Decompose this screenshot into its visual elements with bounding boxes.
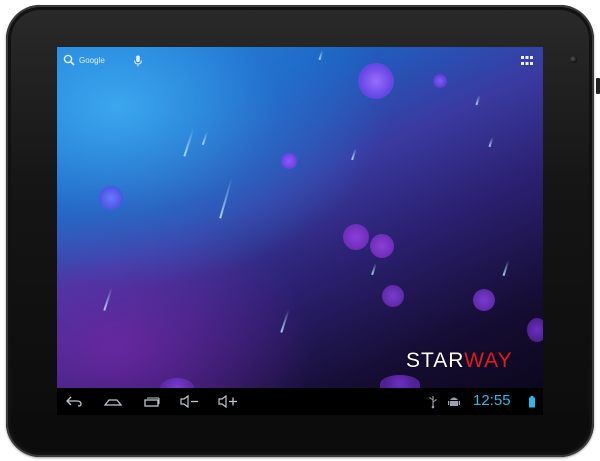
status-clock: 12:55 bbox=[473, 392, 511, 409]
volume-down-icon[interactable] bbox=[179, 394, 201, 409]
system-navigation-bar: 12:55 bbox=[57, 388, 543, 415]
brand-suffix: WAY bbox=[464, 349, 513, 372]
wallpaper-streak bbox=[371, 263, 377, 275]
wallpaper-streak bbox=[280, 309, 290, 333]
front-camera bbox=[570, 56, 577, 63]
all-apps-grid-icon[interactable] bbox=[521, 56, 533, 66]
wallpaper-streak bbox=[502, 260, 509, 276]
microphone-icon[interactable] bbox=[133, 55, 143, 67]
wallpaper-streak bbox=[318, 50, 324, 60]
wallpaper-streak bbox=[103, 287, 113, 311]
wallpaper-orb bbox=[99, 186, 123, 210]
wallpaper-orb bbox=[382, 285, 404, 307]
wallpaper-streak bbox=[351, 148, 357, 160]
wallpaper-orb bbox=[527, 318, 543, 342]
wallpaper-streak bbox=[219, 177, 233, 219]
wallpaper-orb bbox=[433, 74, 447, 88]
power-button[interactable] bbox=[596, 78, 600, 94]
wallpaper-orb bbox=[358, 63, 394, 99]
wallpaper-streak bbox=[475, 95, 481, 105]
wallpaper-streak bbox=[183, 127, 195, 157]
wallpaper-streak bbox=[488, 137, 494, 147]
google-search-bar[interactable]: Google bbox=[63, 54, 105, 66]
search-icon bbox=[63, 54, 75, 66]
brand-logo: STARWAY bbox=[406, 349, 513, 373]
wallpaper-orb bbox=[343, 224, 369, 250]
battery-icon bbox=[529, 396, 535, 408]
android-debug-icon bbox=[448, 397, 460, 406]
back-icon[interactable] bbox=[65, 394, 83, 409]
wallpaper-streak bbox=[201, 131, 208, 145]
brand-prefix: STAR bbox=[406, 349, 465, 372]
wallpaper-orb bbox=[473, 289, 495, 311]
usb-icon bbox=[429, 396, 437, 409]
wallpaper-orb bbox=[370, 234, 394, 258]
home-screen: Google STARWAY 12:55 bbox=[57, 47, 543, 415]
wallpaper-orb bbox=[281, 153, 297, 169]
search-label: Google bbox=[79, 55, 105, 65]
recent-apps-icon[interactable] bbox=[143, 394, 161, 409]
volume-up-icon[interactable] bbox=[217, 394, 239, 409]
home-icon[interactable] bbox=[103, 394, 123, 409]
